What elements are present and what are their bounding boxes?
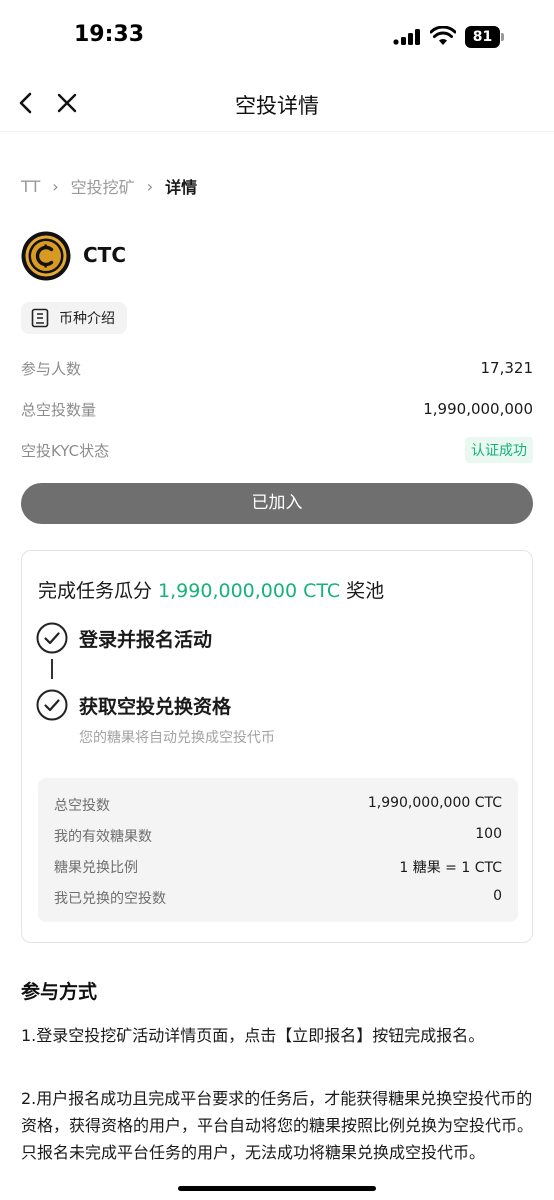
pool-amount: 1,990,000,000 CTC — [158, 580, 341, 602]
coin-name: CTC — [83, 243, 126, 267]
step-title: 登录并报名活动 — [79, 628, 213, 651]
home-indicator — [178, 1186, 376, 1191]
battery-icon: 81 — [465, 26, 505, 48]
participation-title: 参与方式 — [21, 981, 98, 1003]
participation-paragraph: 1.登录空投挖矿活动详情页面，点击【立即报名】按钮完成报名。 — [21, 1026, 485, 1045]
breadcrumb-item-airdrop-mining[interactable]: 空投挖矿 — [71, 174, 135, 198]
step-connector — [51, 659, 53, 679]
document-icon — [31, 308, 49, 328]
kyc-status-label: 空投KYC状态 — [21, 441, 110, 460]
stat-value: 1 糖果 = 1 CTC — [399, 860, 502, 876]
breadcrumb: TT › 空投挖矿 › 详情 — [21, 174, 197, 198]
coin-intro-label: 币种介绍 — [59, 311, 115, 327]
battery-level: 81 — [465, 26, 500, 48]
participants-label: 参与人数 — [21, 359, 82, 378]
signal-icon — [393, 29, 420, 45]
stat-label: 总空投数 — [54, 798, 110, 814]
check-circle-icon — [36, 689, 68, 721]
step-login-register: 登录并报名活动 — [36, 622, 212, 654]
stat-row: 总空投数 1,990,000,000 CTC — [54, 795, 502, 815]
participants-value: 17,321 — [480, 359, 534, 377]
stat-value: 0 — [493, 888, 502, 904]
stat-value: 100 — [475, 826, 502, 842]
status-bar: 19:33 81 — [0, 0, 554, 76]
stat-label: 糖果兑换比例 — [54, 860, 138, 876]
nav-bar: 空投详情 — [0, 76, 554, 132]
pool-headline: 完成任务瓜分 1,990,000,000 CTC 奖池 — [38, 576, 384, 603]
stat-row: 糖果兑换比例 1 糖果 = 1 CTC — [54, 857, 502, 877]
kyc-status-badge: 认证成功 — [465, 437, 533, 463]
total-airdrop-row: 总空投数量 1,990,000,000 — [21, 397, 533, 421]
participation-paragraph: 2.用户报名成功且完成平台要求的任务后，才能获得糖果兑换空投代币的资格，获得资格… — [21, 1089, 534, 1162]
stat-value: 1,990,000,000 CTC — [367, 795, 502, 811]
breadcrumb-item-tt[interactable]: TT — [21, 177, 40, 196]
step-title: 获取空投兑换资格 — [79, 695, 232, 718]
stat-label: 我已兑换的空投数 — [54, 891, 166, 907]
kyc-status-row: 空投KYC状态 认证成功 — [21, 437, 533, 463]
step-subtitle: 您的糖果将自动兑换成空投代币 — [79, 730, 275, 746]
chevron-right-icon: › — [146, 176, 154, 196]
wifi-icon — [430, 26, 456, 45]
total-airdrop-value: 1,990,000,000 — [423, 400, 533, 418]
stat-label: 我的有效糖果数 — [54, 829, 152, 845]
battery-tip — [501, 33, 504, 41]
coin-intro-button[interactable]: 币种介绍 — [21, 302, 127, 334]
participants-row: 参与人数 17,321 — [21, 356, 533, 380]
status-time: 19:33 — [74, 22, 145, 47]
task-card: 完成任务瓜分 1,990,000,000 CTC 奖池 登录并报名活动 获取空投… — [21, 550, 533, 943]
page-title: 空投详情 — [235, 94, 319, 118]
stat-row: 我已兑换的空投数 0 — [54, 888, 502, 908]
stats-box: 总空投数 1,990,000,000 CTC 我的有效糖果数 100 糖果兑换比… — [38, 778, 518, 922]
pool-suffix: 奖池 — [340, 580, 385, 602]
total-airdrop-label: 总空投数量 — [21, 400, 97, 419]
step-exchange-eligibility: 获取空投兑换资格 — [36, 689, 231, 721]
chevron-right-icon: › — [52, 176, 59, 196]
joined-button[interactable]: 已加入 — [21, 483, 533, 524]
ctc-coin-logo-icon — [21, 231, 71, 281]
stat-row: 我的有效糖果数 100 — [54, 826, 502, 846]
check-circle-icon — [36, 622, 68, 654]
breadcrumb-current: 详情 — [165, 178, 198, 197]
pool-prefix: 完成任务瓜分 — [38, 580, 159, 602]
